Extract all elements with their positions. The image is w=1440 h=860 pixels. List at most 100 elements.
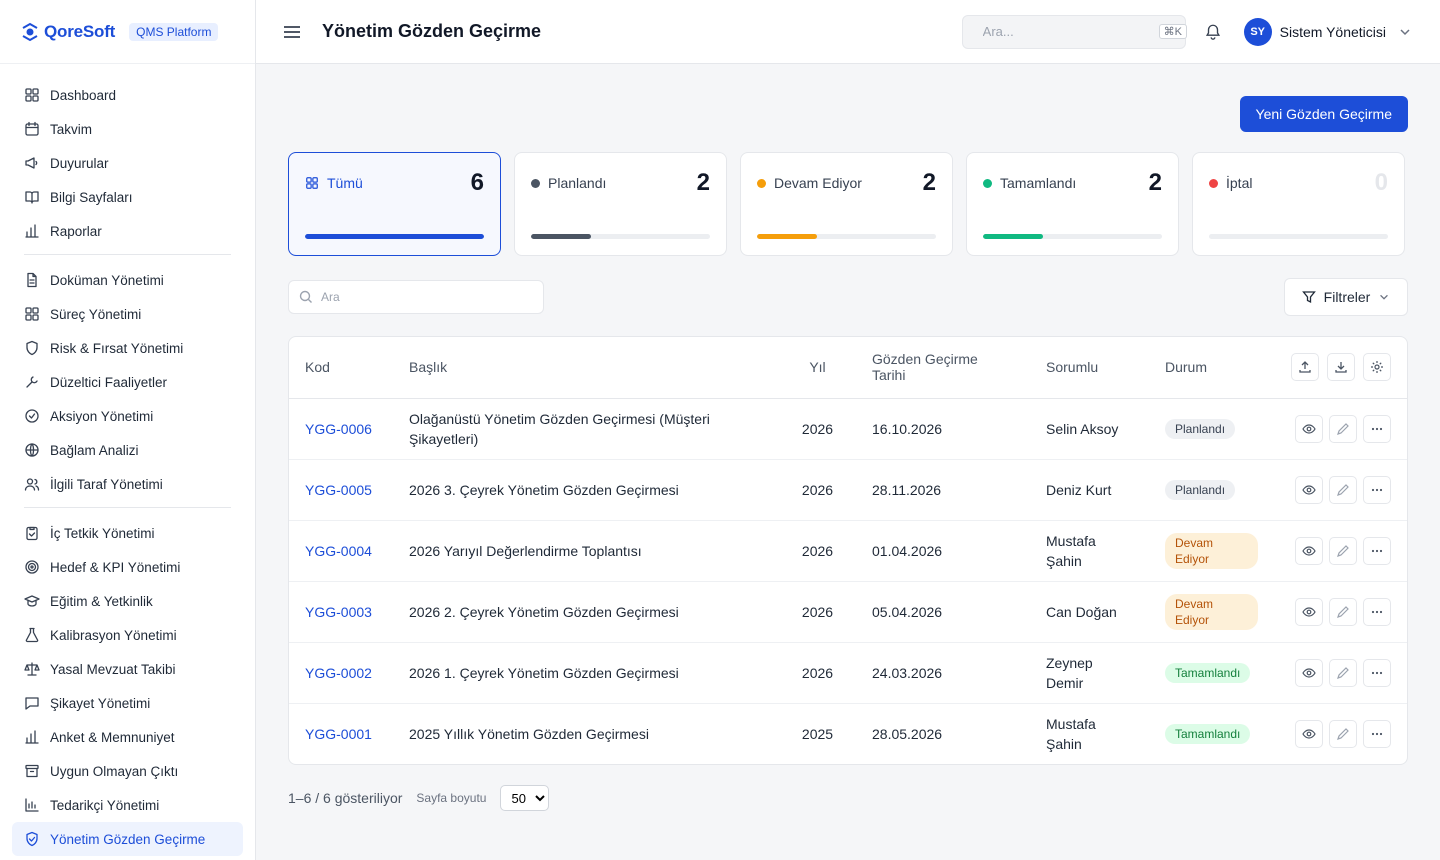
status-card-iptal[interactable]: İptal 0 <box>1192 152 1405 256</box>
page-size-select[interactable]: 50 <box>500 785 550 811</box>
edit-button[interactable] <box>1329 475 1357 504</box>
more-button[interactable] <box>1363 597 1391 626</box>
sidebar-item-label: Süreç Yönetimi <box>50 306 142 322</box>
col-header-date[interactable]: Gözden Geçirme Tarihi <box>856 337 1030 399</box>
sidebar-item-aksiyon-yonetimi[interactable]: Aksiyon Yönetimi <box>12 399 243 433</box>
more-button[interactable] <box>1363 475 1391 504</box>
sidebar-item-anket-memnuniyet[interactable]: Anket & Memnuniyet <box>12 720 243 754</box>
new-review-button[interactable]: Yeni Gözden Geçirme <box>1239 96 1408 132</box>
global-search-input[interactable] <box>982 24 1159 39</box>
page-info: 1–6 / 6 gösteriliyor <box>288 790 403 806</box>
edit-button[interactable] <box>1329 536 1357 565</box>
sidebar-item-ic-tetkik-yonetimi[interactable]: İç Tetkik Yönetimi <box>12 516 243 550</box>
logo[interactable]: QoreSoft <box>20 22 115 42</box>
more-button[interactable] <box>1363 658 1391 687</box>
review-code-link[interactable]: YGG-0005 <box>305 482 372 498</box>
table-row[interactable]: YGG-0004 2026 Yarıyıl Değerlendirme Topla… <box>289 520 1407 582</box>
sidebar-item-risk-firsat-yonetimi[interactable]: Risk & Fırsat Yönetimi <box>12 331 243 365</box>
table-row[interactable]: YGG-0003 2026 2. Çeyrek Yönetim Gözden Ge… <box>289 581 1407 643</box>
menu-icon[interactable] <box>282 22 302 42</box>
review-year: 2026 <box>779 520 856 582</box>
col-header-year[interactable]: Yıl <box>779 337 856 399</box>
sidebar-item-dokuman-yonetimi[interactable]: Doküman Yönetimi <box>12 263 243 297</box>
review-code-link[interactable]: YGG-0001 <box>305 726 372 742</box>
more-button[interactable] <box>1363 719 1391 748</box>
sidebar-item-label: Anket & Memnuniyet <box>50 729 175 745</box>
user-menu[interactable]: SY Sistem Yöneticisi <box>1243 17 1412 46</box>
sidebar-item-kalibrasyon-yonetimi[interactable]: Kalibrasyon Yönetimi <box>12 618 243 652</box>
sidebar-item-surec-yonetimi[interactable]: Süreç Yönetimi <box>12 297 243 331</box>
edit-button[interactable] <box>1329 414 1357 443</box>
bell-icon[interactable] <box>1204 23 1222 41</box>
export-button[interactable] <box>1291 353 1319 382</box>
sidebar-item-uygun-olmayan-cikti[interactable]: Uygun Olmayan Çıktı <box>12 754 243 788</box>
sidebar-item-hedef-kpi-yonetimi[interactable]: Hedef & KPI Yönetimi <box>12 550 243 584</box>
col-header-title[interactable]: Başlık <box>393 337 779 399</box>
edit-button[interactable] <box>1329 597 1357 626</box>
review-code-link[interactable]: YGG-0004 <box>305 543 372 559</box>
status-card-label: İptal <box>1226 175 1253 191</box>
sidebar-item-label: Raporlar <box>50 223 102 239</box>
list-search-input[interactable] <box>321 290 533 304</box>
sidebar-item-baglam-analizi[interactable]: Bağlam Analizi <box>12 433 243 467</box>
table-row[interactable]: YGG-0001 2025 Yıllık Yönetim Gözden Geçir… <box>289 703 1407 764</box>
status-card-planlandi[interactable]: Planlandı 2 <box>514 152 727 256</box>
sidebar-item-tedarikci-yonetimi[interactable]: Tedarikçi Yönetimi <box>12 788 243 822</box>
filters-button[interactable]: Filtreler <box>1284 278 1408 316</box>
sidebar-item-raporlar[interactable]: Raporlar <box>12 214 243 248</box>
view-button[interactable] <box>1295 719 1323 748</box>
view-button[interactable] <box>1295 414 1323 443</box>
col-header-responsible[interactable]: Sorumlu <box>1030 337 1149 399</box>
status-card-devam-ediyor[interactable]: Devam Ediyor 2 <box>740 152 953 256</box>
download-button[interactable] <box>1327 353 1355 382</box>
sidebar-item-ilgili-taraf-yonetimi[interactable]: İlgili Taraf Yönetimi <box>12 467 243 501</box>
view-button[interactable] <box>1295 475 1323 504</box>
search-icon <box>299 290 312 303</box>
table-row[interactable]: YGG-0005 2026 3. Çeyrek Yönetim Gözden Ge… <box>289 459 1407 521</box>
search-shortcut: ⌘K <box>1158 24 1187 39</box>
more-button[interactable] <box>1363 536 1391 565</box>
review-code-link[interactable]: YGG-0002 <box>305 665 372 681</box>
more-button[interactable] <box>1363 414 1391 443</box>
eye-icon <box>1302 545 1316 556</box>
more-horizontal-icon <box>1371 671 1383 674</box>
sidebar-item-sikayet-yonetimi[interactable]: Şikayet Yönetimi <box>12 686 243 720</box>
review-title: 2026 1. Çeyrek Yönetim Gözden Geçirmesi <box>393 642 779 704</box>
sidebar-item-bilgi-sayfalari[interactable]: Bilgi Sayfaları <box>12 180 243 214</box>
sidebar-item-yasal-mevzuat-takibi[interactable]: Yasal Mevzuat Takibi <box>12 652 243 686</box>
sidebar-item-dashboard[interactable]: Dashboard <box>12 78 243 112</box>
sidebar-item-label: Uygun Olmayan Çıktı <box>50 763 179 779</box>
eye-icon <box>1302 484 1316 495</box>
view-button[interactable] <box>1295 658 1323 687</box>
more-horizontal-icon <box>1371 427 1383 430</box>
table-row[interactable]: YGG-0006 Olağanüstü Yönetim Gözden Geçirm… <box>289 398 1407 460</box>
table-row[interactable]: YGG-0002 2026 1. Çeyrek Yönetim Gözden Ge… <box>289 642 1407 704</box>
status-dot <box>531 178 540 188</box>
sidebar-item-duyurular[interactable]: Duyurular <box>12 146 243 180</box>
col-header-status[interactable]: Durum <box>1149 337 1274 399</box>
view-button[interactable] <box>1295 536 1323 565</box>
status-card-label: Planlandı <box>548 175 607 191</box>
global-search[interactable]: ⌘K <box>961 14 1187 49</box>
flask-icon <box>24 627 40 643</box>
chevron-down-icon <box>1380 294 1389 300</box>
list-search[interactable] <box>288 280 544 314</box>
edit-button[interactable] <box>1329 719 1357 748</box>
review-code-link[interactable]: YGG-0006 <box>305 421 372 437</box>
sidebar-item-yonetim-gozden-gecirme[interactable]: Yönetim Gözden Geçirme <box>12 822 243 856</box>
globe-icon <box>24 442 40 458</box>
document-icon <box>24 272 40 288</box>
review-date: 28.11.2026 <box>856 459 1030 521</box>
table-settings-button[interactable] <box>1363 353 1391 382</box>
view-button[interactable] <box>1295 597 1323 626</box>
sidebar-item-duzeltici-faaliyetler[interactable]: Düzeltici Faaliyetler <box>12 365 243 399</box>
status-card-tumu[interactable]: Tümü 6 <box>288 152 501 256</box>
col-header-code[interactable]: Kod <box>289 337 393 399</box>
status-card-tamamlandi[interactable]: Tamamlandı 2 <box>966 152 1179 256</box>
sidebar-item-label: Kalibrasyon Yönetimi <box>50 627 177 643</box>
edit-button[interactable] <box>1329 658 1357 687</box>
sidebar-item-egitim-yetkinlik[interactable]: Eğitim & Yetkinlik <box>12 584 243 618</box>
review-code-link[interactable]: YGG-0003 <box>305 604 372 620</box>
sidebar-divider <box>24 507 231 508</box>
sidebar-item-takvim[interactable]: Takvim <box>12 112 243 146</box>
